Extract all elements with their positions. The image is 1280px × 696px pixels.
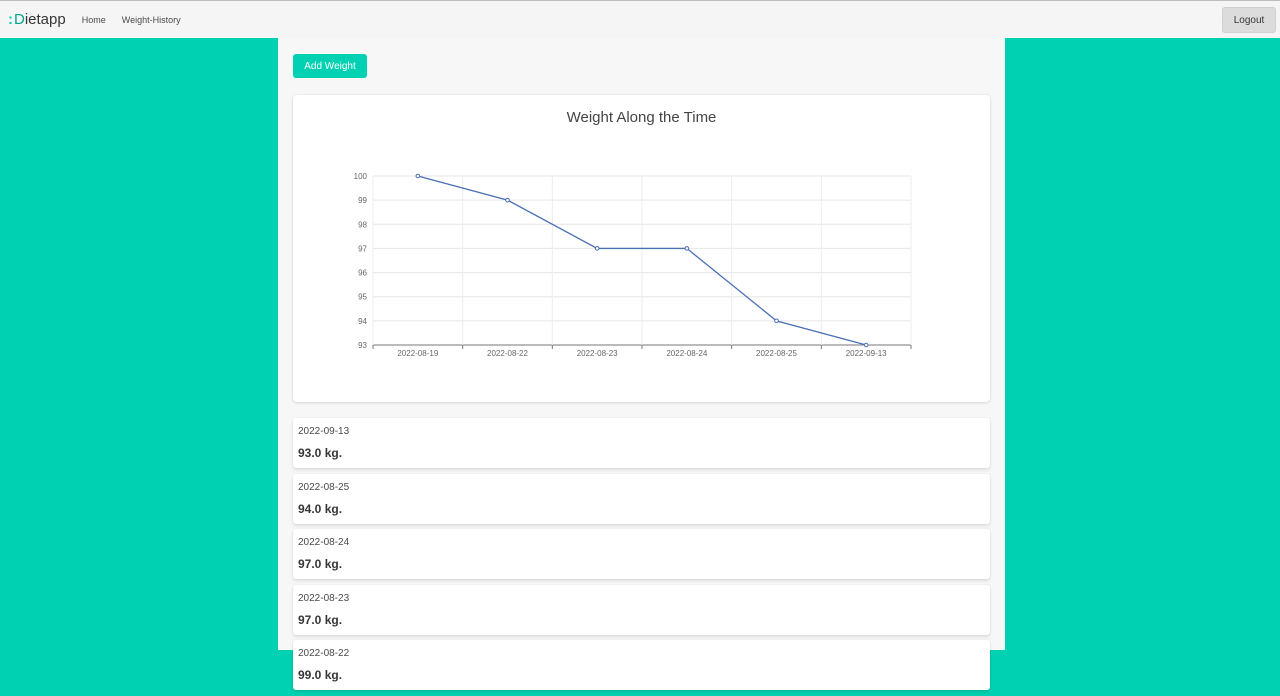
entry-weight: 93.0 kg. (298, 446, 343, 460)
weight-entry-card[interactable]: 2022-08-24 97.0 kg. (293, 529, 990, 579)
brand-name: ietapp (24, 11, 66, 28)
entry-weight: 97.0 kg. (298, 557, 343, 571)
entry-date: 2022-09-13 (298, 426, 350, 437)
weight-chart-card: Weight Along the Time 100 99 98 97 96 95 94 93 20… (293, 95, 990, 402)
entry-date: 2022-08-24 (298, 537, 350, 548)
y-tick-label: 100 (354, 172, 368, 181)
navbar: : Dietapp Home Weight-History Logout (0, 0, 1280, 38)
chart-title: Weight Along the Time (567, 109, 717, 126)
data-point (684, 246, 690, 251)
weight-entry-card[interactable]: 2022-08-23 97.0 kg. (293, 584, 990, 635)
entry-weight: 94.0 kg. (298, 501, 343, 516)
weight-entry-list: 2022-09-13 93.0 kg. 2022-08-25 94.0 kg. 2022… (293, 418, 990, 696)
data-point (774, 318, 779, 324)
brand-prefix: : (8, 11, 13, 28)
nav-link-weight-history[interactable]: Weight-History (122, 15, 181, 25)
y-tick-label: 95 (358, 293, 367, 302)
x-tick-label: 2022-08-23 (577, 349, 618, 358)
x-tick-label: 2022-08-24 (666, 349, 707, 358)
data-point (505, 197, 510, 203)
y-tick-label: 99 (358, 196, 367, 205)
add-weight-button[interactable]: Add Weight (293, 54, 367, 78)
brand-initial: D (14, 11, 25, 28)
x-tick-label: 2022-09-13 (846, 349, 887, 358)
weight-entry-card[interactable]: 2022-09-13 93.0 kg. (293, 418, 990, 468)
x-tick-label: 2022-08-19 (397, 349, 438, 358)
nav-link-home[interactable]: Home (82, 15, 106, 25)
y-tick-label: 98 (358, 220, 367, 229)
weight-entry-card[interactable]: 2022-08-22 99.0 kg. (293, 640, 990, 690)
y-tick-label: 93 (358, 341, 367, 350)
y-tick-label: 96 (358, 269, 367, 278)
brand-logo[interactable]: : Dietapp (8, 11, 66, 28)
entry-weight: 99.0 kg. (298, 668, 343, 682)
entry-weight: 97.0 kg. (298, 612, 343, 627)
y-tick-label: 94 (358, 317, 367, 326)
data-point (863, 342, 869, 348)
y-tick-label: 97 (358, 244, 367, 253)
data-point (594, 246, 600, 251)
logout-button[interactable]: Logout (1222, 7, 1276, 33)
weight-line-chart: Weight Along the Time 100 99 98 97 96 95 94 93 20… (354, 109, 912, 358)
x-tick-label: 2022-08-25 (756, 349, 797, 358)
data-point (415, 173, 421, 179)
entry-date: 2022-08-25 (298, 481, 350, 493)
main-content: Add Weight Weight Along the Time 100 99 98 9… (278, 38, 1005, 690)
entry-date: 2022-08-23 (298, 592, 350, 604)
weight-entry-card[interactable]: 2022-08-25 94.0 kg. (293, 473, 990, 524)
x-tick-label: 2022-08-22 (487, 349, 528, 358)
